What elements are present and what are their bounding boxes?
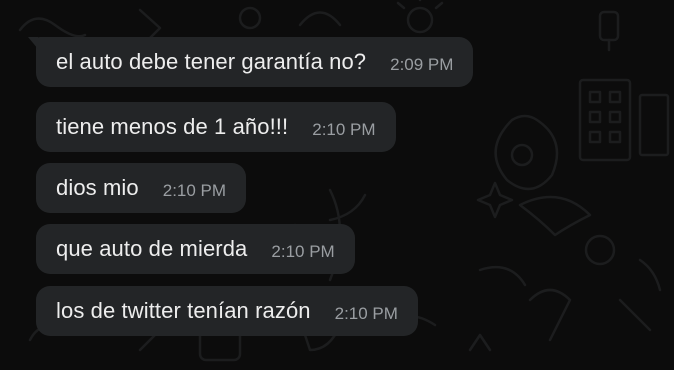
message-timestamp: 2:10 PM (271, 242, 335, 261)
message-timestamp: 2:09 PM (390, 55, 454, 74)
message-text: los de twitter tenían razón (56, 298, 311, 323)
message-timestamp: 2:10 PM (334, 304, 398, 323)
message-timestamp: 2:10 PM (312, 120, 376, 139)
message-bubble[interactable]: tiene menos de 1 año!!! 2:10 PM (36, 102, 396, 152)
message-text: dios mio (56, 175, 139, 200)
message-bubble[interactable]: el auto debe tener garantía no? 2:09 PM (27, 37, 474, 87)
message-text: tiene menos de 1 año!!! (56, 114, 289, 139)
message-text: el auto debe tener garantía no? (56, 49, 367, 74)
message-bubble[interactable]: los de twitter tenían razón 2:10 PM (36, 286, 418, 336)
message-list: el auto debe tener garantía no? 2:09 PM … (0, 0, 674, 370)
message-text: que auto de mierda (56, 236, 248, 261)
message-bubble[interactable]: que auto de mierda 2:10 PM (36, 224, 355, 274)
message-timestamp: 2:10 PM (162, 181, 227, 200)
message-bubble[interactable]: dios mio 2:10 PM (36, 163, 247, 213)
